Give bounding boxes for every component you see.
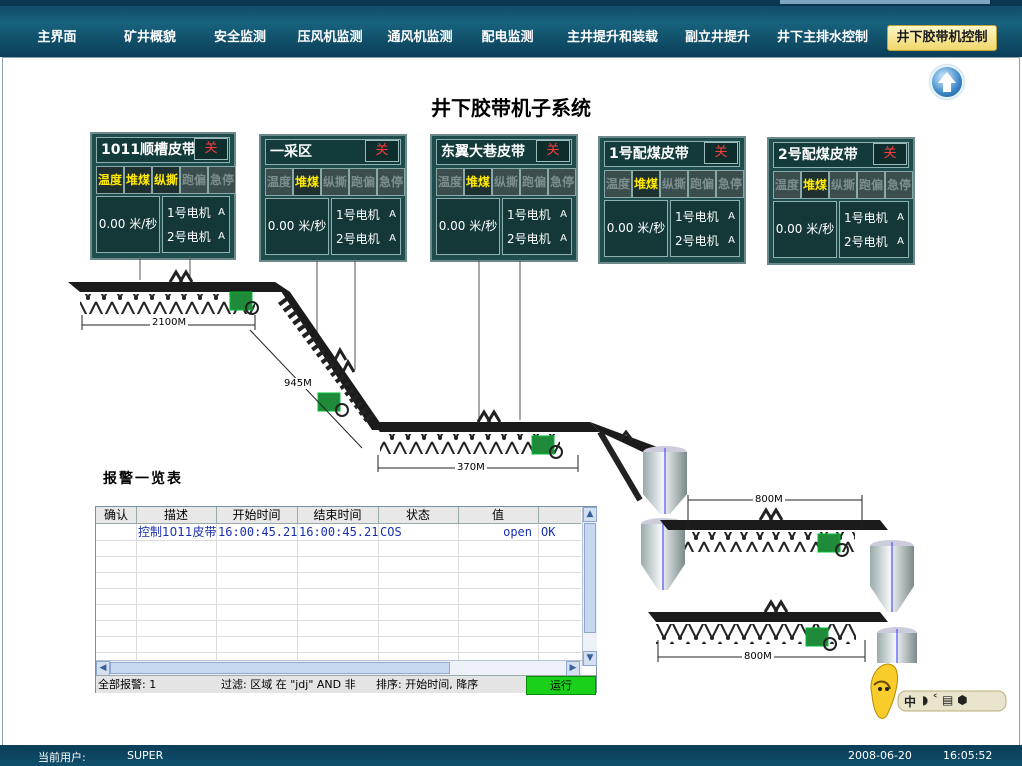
scroll-up-icon[interactable]: ▲	[583, 507, 597, 522]
alarm-rows: 控制1011皮带 16:00:45.21 16:00:45.21 COS ope…	[96, 524, 581, 666]
cell-value: open	[503, 525, 532, 539]
belt-mining-area-1	[275, 282, 385, 430]
alarm-status-bar: 全部报警: 1 过滤: 区域 在 "jdj" AND 非 排序: 开始时间, 降…	[96, 675, 596, 695]
cell-extra: OK	[541, 525, 556, 539]
current-user-label: 当前用户:	[38, 751, 86, 764]
ime-tools-icon[interactable]: ◗ ˂ ▤ ⬢	[922, 693, 968, 707]
horizontal-scrollbar[interactable]: ◀ ▶	[96, 660, 582, 676]
time: 16:05:52	[943, 749, 993, 762]
cell-desc: 控制1011皮带	[138, 525, 216, 539]
ime-label: 中	[904, 695, 917, 709]
header-extra	[538, 507, 581, 523]
cell-state: COS	[380, 525, 402, 539]
cell-end: 16:00:45.21	[299, 525, 379, 539]
cell-start: 16:00:45.21	[218, 525, 298, 539]
vertical-scrollbar[interactable]: ▲ ▼	[582, 507, 597, 666]
banana-mascot-icon	[870, 663, 1007, 719]
vertical-scroll-thumb[interactable]	[584, 523, 596, 633]
scroll-right-icon[interactable]: ▶	[566, 661, 580, 676]
distance-800-upper: 800M	[753, 494, 785, 505]
alarm-grid: 确认 描述 开始时间 结束时间 状态 值 控制1011皮带 16:00:45.2…	[95, 506, 597, 695]
belt-coal-2	[648, 599, 888, 651]
status-filter: 过滤: 区域 在 "jdj" AND 非	[221, 678, 356, 691]
date: 2008-06-20	[848, 749, 912, 762]
header-desc[interactable]: 描述	[136, 507, 217, 523]
scroll-down-icon[interactable]: ▼	[583, 651, 597, 666]
header-end[interactable]: 结束时间	[297, 507, 379, 523]
hopper-3	[870, 540, 914, 612]
cell-confirm	[98, 524, 134, 540]
distance-370: 370M	[455, 462, 487, 473]
header-start[interactable]: 开始时间	[216, 507, 298, 523]
header-state[interactable]: 状态	[378, 507, 459, 523]
status-all: 全部报警: 1	[98, 678, 157, 691]
belt-coal-1	[660, 507, 888, 557]
distance-800-lower: 800M	[742, 651, 774, 662]
horizontal-scroll-thumb[interactable]	[110, 662, 450, 674]
scroll-left-icon[interactable]: ◀	[96, 661, 110, 676]
ime-mascot[interactable]: 中 ◗ ˂ ▤ ⬢	[862, 655, 1012, 723]
hopper-1	[643, 446, 687, 514]
distance-2100: 2100M	[150, 317, 189, 328]
run-button[interactable]: 运行	[526, 676, 596, 695]
header-confirm[interactable]: 确认	[96, 507, 137, 523]
current-user: SUPER	[127, 749, 164, 762]
bottom-status-bar: 当前用户: SUPER 2008-06-20 16:05:52	[0, 745, 1022, 766]
status-sort: 排序: 开始时间, 降序	[376, 678, 479, 691]
distance-945: 945M	[282, 378, 314, 389]
alarm-header: 确认 描述 开始时间 结束时间 状态 值	[96, 507, 581, 524]
belt-1011	[68, 269, 290, 315]
header-value[interactable]: 值	[458, 507, 539, 523]
belt-east-roadway	[372, 409, 600, 459]
alarm-title: 报警一览表	[103, 471, 183, 487]
